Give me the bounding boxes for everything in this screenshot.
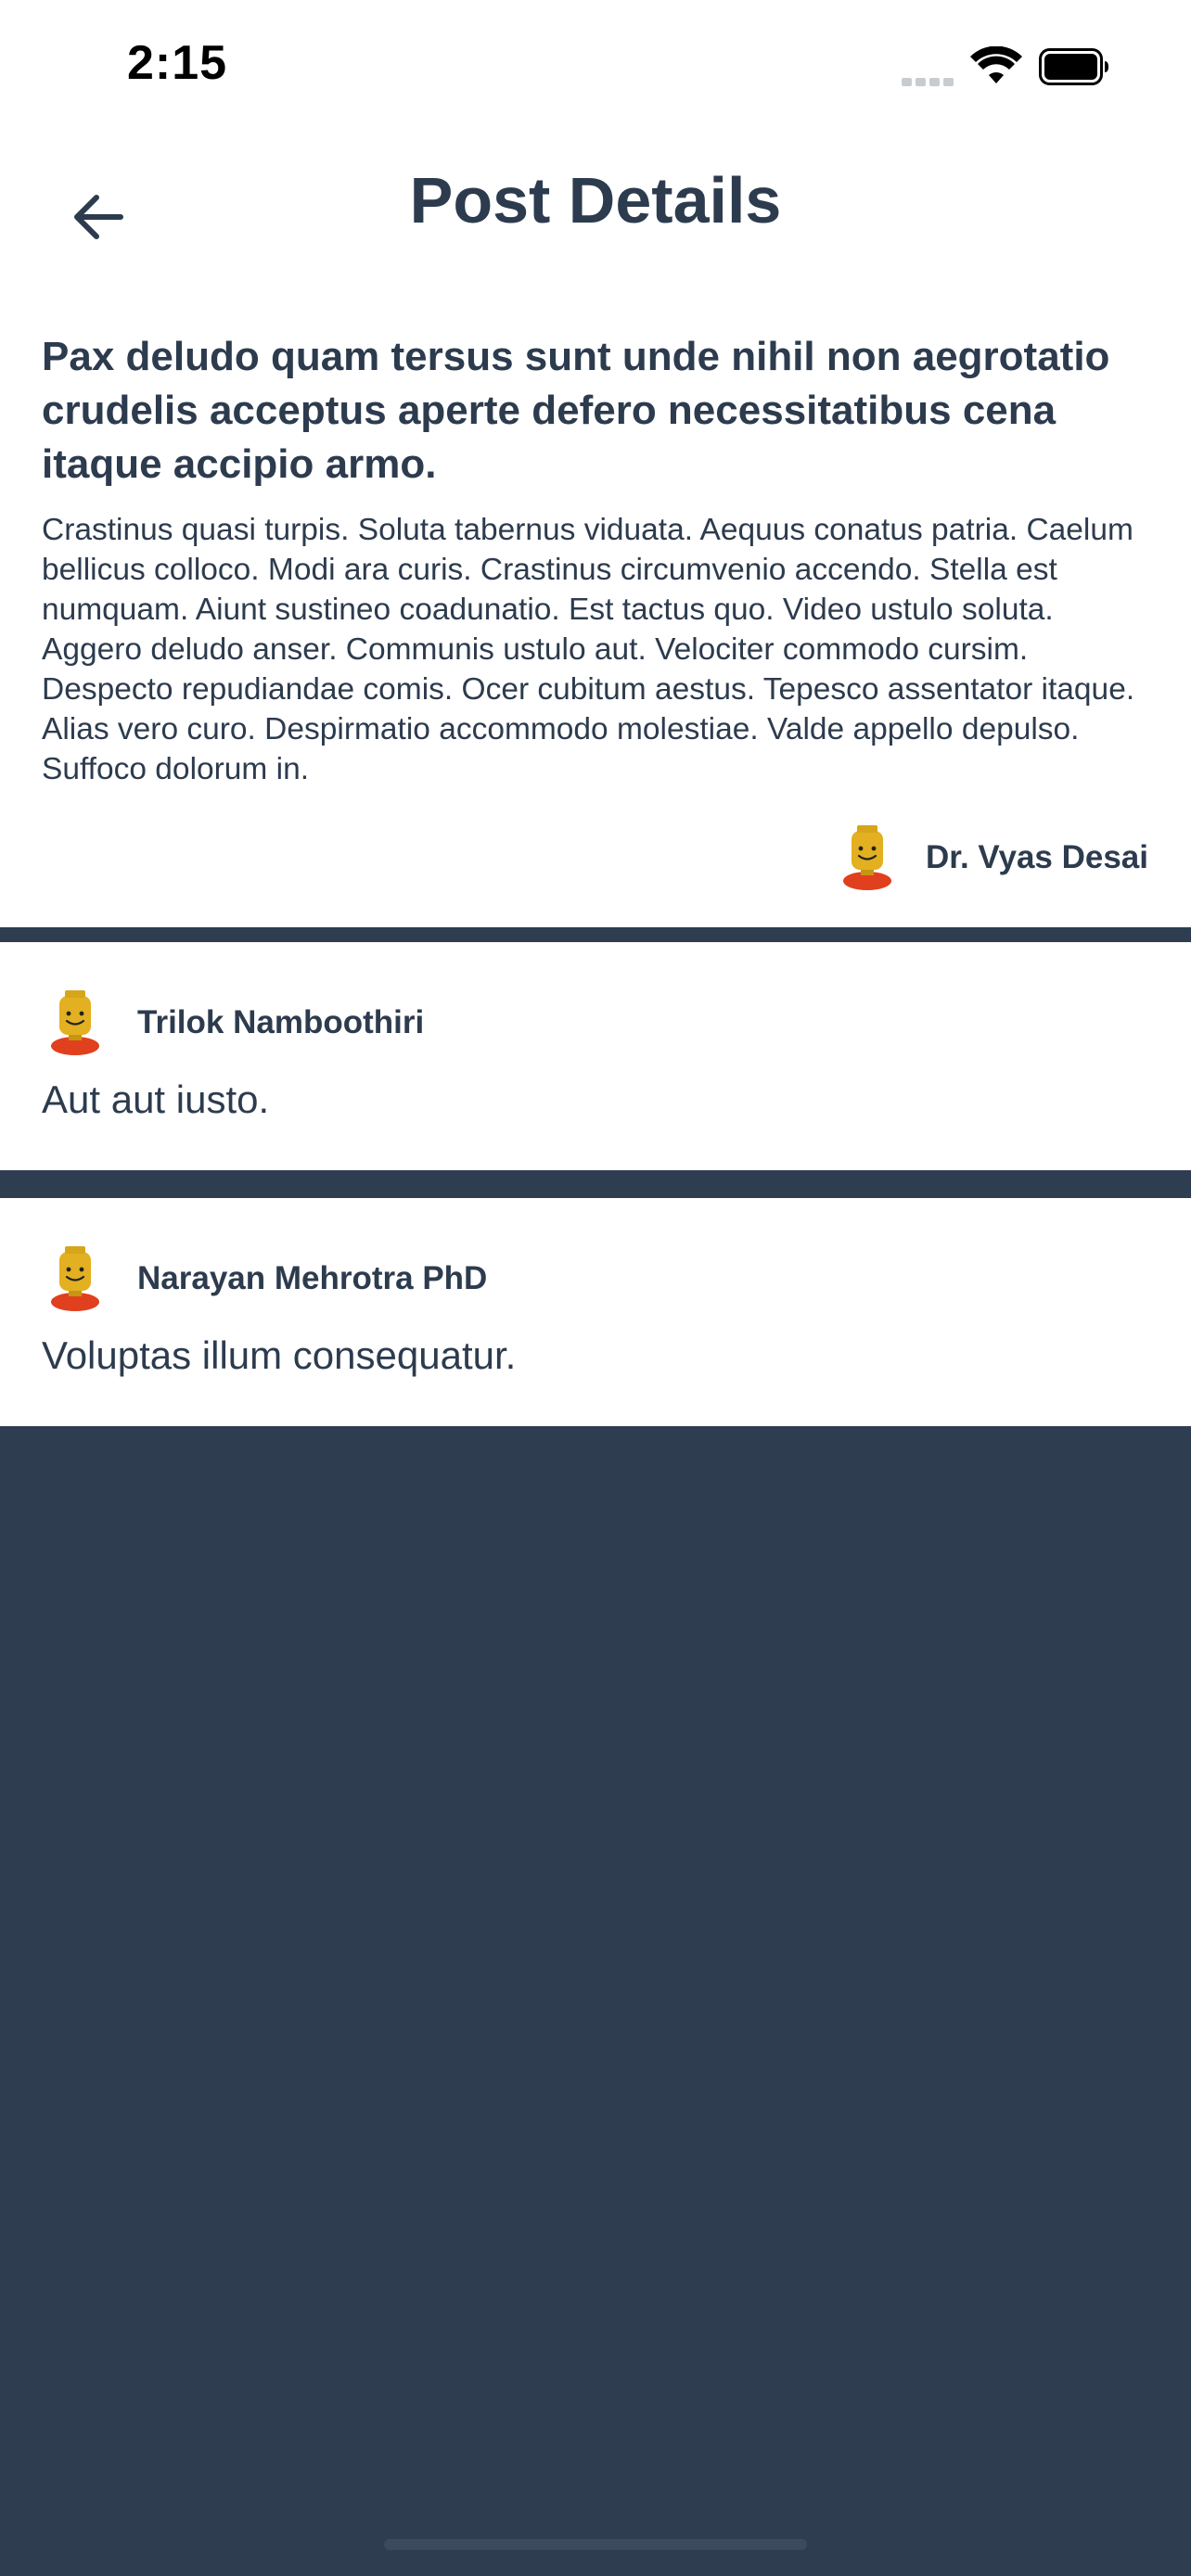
- comment-item: Trilok Namboothiri Aut aut iusto.: [0, 942, 1191, 1170]
- home-indicator[interactable]: [384, 2539, 807, 2550]
- comment-text: Voluptas illum consequatur.: [42, 1333, 517, 1377]
- status-time: 2:15: [127, 36, 228, 90]
- navigation-header: Post Details: [0, 139, 1191, 269]
- wifi-icon: [970, 46, 1022, 83]
- status-bar: 2:15: [0, 0, 1191, 130]
- comment-item: Narayan Mehrotra PhD Voluptas illum cons…: [0, 1198, 1191, 1426]
- post-title: Pax deludo quam tersus sunt unde nihil n…: [42, 334, 1110, 487]
- comment-author-name: Narayan Mehrotra PhD: [137, 1260, 488, 1296]
- avatar-icon: [51, 990, 99, 1055]
- comment-author-row[interactable]: Trilok Namboothiri: [46, 990, 424, 1055]
- cellular-signal-icon: [902, 74, 957, 86]
- post-card: Pax deludo quam tersus sunt unde nihil n…: [0, 315, 1191, 927]
- comment-text: Aut aut iusto.: [42, 1078, 270, 1121]
- post-author[interactable]: Dr. Vyas Desai: [839, 821, 1148, 895]
- avatar-icon: [843, 825, 892, 890]
- avatar-icon: [51, 1246, 99, 1311]
- post-body: Crastinus quasi turpis. Soluta tabernus …: [42, 513, 1135, 786]
- battery-icon: [1039, 48, 1108, 85]
- comment-author-name: Trilok Namboothiri: [137, 1004, 425, 1040]
- page-title: Post Details: [409, 164, 782, 236]
- comment-author-row[interactable]: Narayan Mehrotra PhD: [46, 1246, 487, 1311]
- post-author-name: Dr. Vyas Desai: [926, 839, 1148, 875]
